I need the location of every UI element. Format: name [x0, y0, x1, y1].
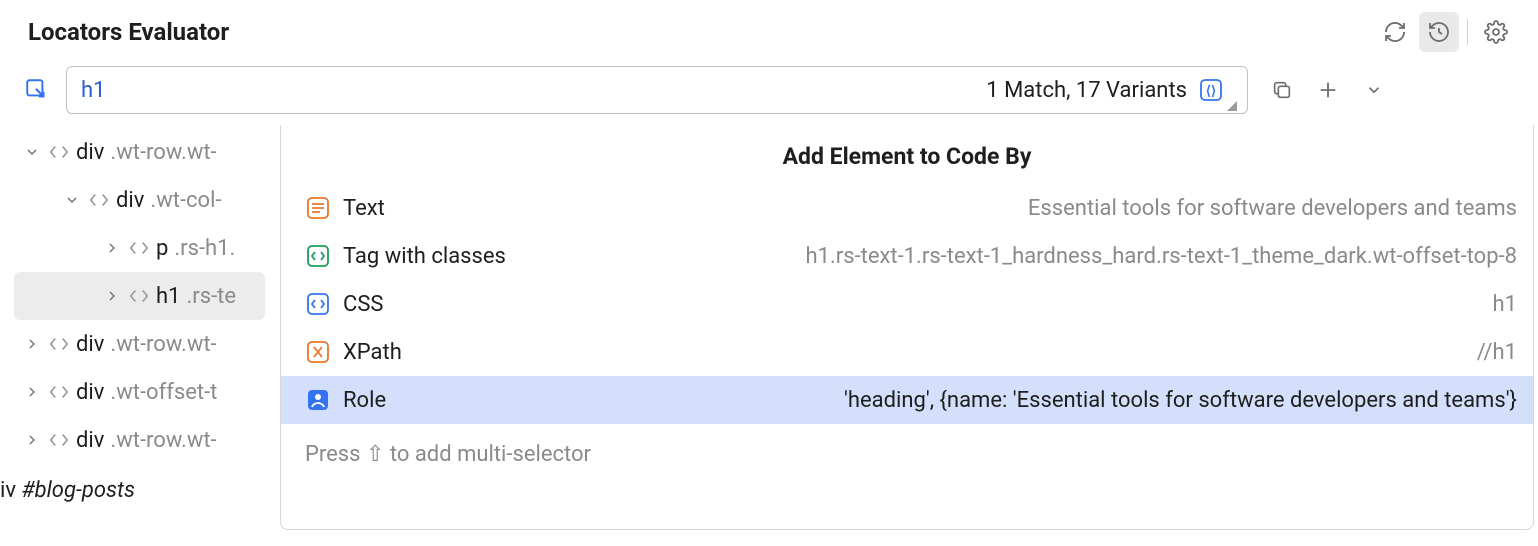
node-tag: div [116, 188, 144, 213]
history-refresh-button[interactable] [1419, 12, 1459, 52]
refresh-button[interactable] [1375, 12, 1415, 52]
tree-row[interactable]: div .wt-row.wt- [14, 320, 265, 368]
caret-icon[interactable] [22, 432, 42, 448]
node-tag: div [76, 380, 104, 405]
settings-button[interactable] [1476, 12, 1516, 52]
role-icon [305, 387, 331, 413]
tree-row[interactable]: div .wt-row.wt- [14, 128, 265, 176]
caret-icon[interactable] [62, 192, 82, 208]
node-classes: .wt-row.wt- [110, 428, 216, 453]
option-label: Text [343, 196, 385, 221]
option-label: Role [343, 388, 386, 413]
tag-icon [48, 429, 70, 451]
tree-row[interactable]: div .wt-col- [14, 176, 265, 224]
resize-notch-icon [1227, 101, 1237, 111]
add-button[interactable] [1308, 70, 1348, 110]
header-actions [1375, 12, 1516, 52]
copy-button[interactable] [1262, 70, 1302, 110]
node-tag: h1 [156, 284, 180, 309]
tag-icon [305, 243, 331, 269]
footer-tag: iv [0, 478, 16, 503]
footer-id: #blog-posts [21, 478, 135, 503]
option-value: //h1 [414, 340, 1517, 365]
node-classes: .wt-col- [150, 188, 221, 213]
node-classes: .wt-row.wt- [110, 140, 216, 165]
search-actions [1262, 70, 1394, 110]
popup-title: Add Element to Code By [281, 143, 1533, 170]
text-icon [305, 195, 331, 221]
popup-options: Text Essential tools for software develop… [281, 184, 1533, 424]
popup-option-role[interactable]: Role 'heading', {name: 'Essential tools f… [281, 376, 1533, 424]
caret-icon[interactable] [102, 288, 122, 304]
option-value: 'heading', {name: 'Essential tools for s… [398, 388, 1517, 413]
node-classes: .rs-te [186, 284, 236, 309]
caret-icon[interactable] [22, 336, 42, 352]
option-label: Tag with classes [343, 244, 506, 269]
tag-icon [48, 333, 70, 355]
option-label: XPath [343, 340, 402, 365]
element-picker-button[interactable] [22, 77, 52, 103]
divider [1467, 19, 1468, 45]
add-element-popup: Add Element to Code By Text Essential too… [280, 125, 1534, 530]
match-count: 1 Match, 17 Variants [986, 78, 1187, 103]
tree-row[interactable]: h1 .rs-te [14, 272, 265, 320]
node-tag: p [156, 236, 168, 261]
option-value: Essential tools for software developers … [397, 196, 1517, 221]
tree-row[interactable]: p .rs-h1. [14, 224, 265, 272]
locator-input[interactable] [81, 78, 986, 103]
popup-footer-hint: Press ⇧ to add multi-selector [281, 442, 1533, 481]
tag-icon [88, 189, 110, 211]
node-tag: div [76, 332, 104, 357]
tag-icon [128, 285, 150, 307]
popup-option-css[interactable]: CSS h1 [281, 280, 1533, 328]
dom-tree[interactable]: div .wt-row.wt-div .wt-col-p .rs-h1.h1 .… [0, 122, 265, 470]
tag-icon [128, 237, 150, 259]
node-tag: div [76, 428, 104, 453]
node-tag: div [76, 140, 104, 165]
popup-option-xpath[interactable]: XPath //h1 [281, 328, 1533, 376]
tag-icon [48, 381, 70, 403]
xpath-icon [305, 339, 331, 365]
svg-text:⟨⟩: ⟨⟩ [1206, 84, 1216, 99]
option-value: h1 [395, 292, 1517, 317]
search-row: 1 Match, 17 Variants ⟨⟩ [0, 58, 1538, 122]
caret-icon[interactable] [22, 144, 42, 160]
css-selector-type-icon[interactable]: ⟨⟩ [1197, 76, 1225, 104]
tree-row[interactable]: div .wt-row.wt- [14, 416, 265, 464]
popup-option-tag[interactable]: Tag with classes h1.rs-text-1.rs-text-1_h… [281, 232, 1533, 280]
popup-option-text[interactable]: Text Essential tools for software develop… [281, 184, 1533, 232]
tag-icon [48, 141, 70, 163]
node-classes: .wt-offset-t [110, 380, 217, 405]
tree-row[interactable]: div .wt-offset-t [14, 368, 265, 416]
panel-title: Locators Evaluator [28, 18, 229, 46]
locator-input-box[interactable]: 1 Match, 17 Variants ⟨⟩ [66, 66, 1248, 114]
option-value: h1.rs-text-1.rs-text-1_hardness_hard.rs-… [518, 244, 1517, 269]
option-label: CSS [343, 292, 383, 317]
caret-icon[interactable] [22, 384, 42, 400]
css-icon [305, 291, 331, 317]
panel-header: Locators Evaluator [0, 0, 1538, 58]
node-classes: .rs-h1. [174, 236, 235, 261]
caret-icon[interactable] [102, 240, 122, 256]
node-classes: .wt-row.wt- [110, 332, 216, 357]
expand-button[interactable] [1354, 70, 1394, 110]
